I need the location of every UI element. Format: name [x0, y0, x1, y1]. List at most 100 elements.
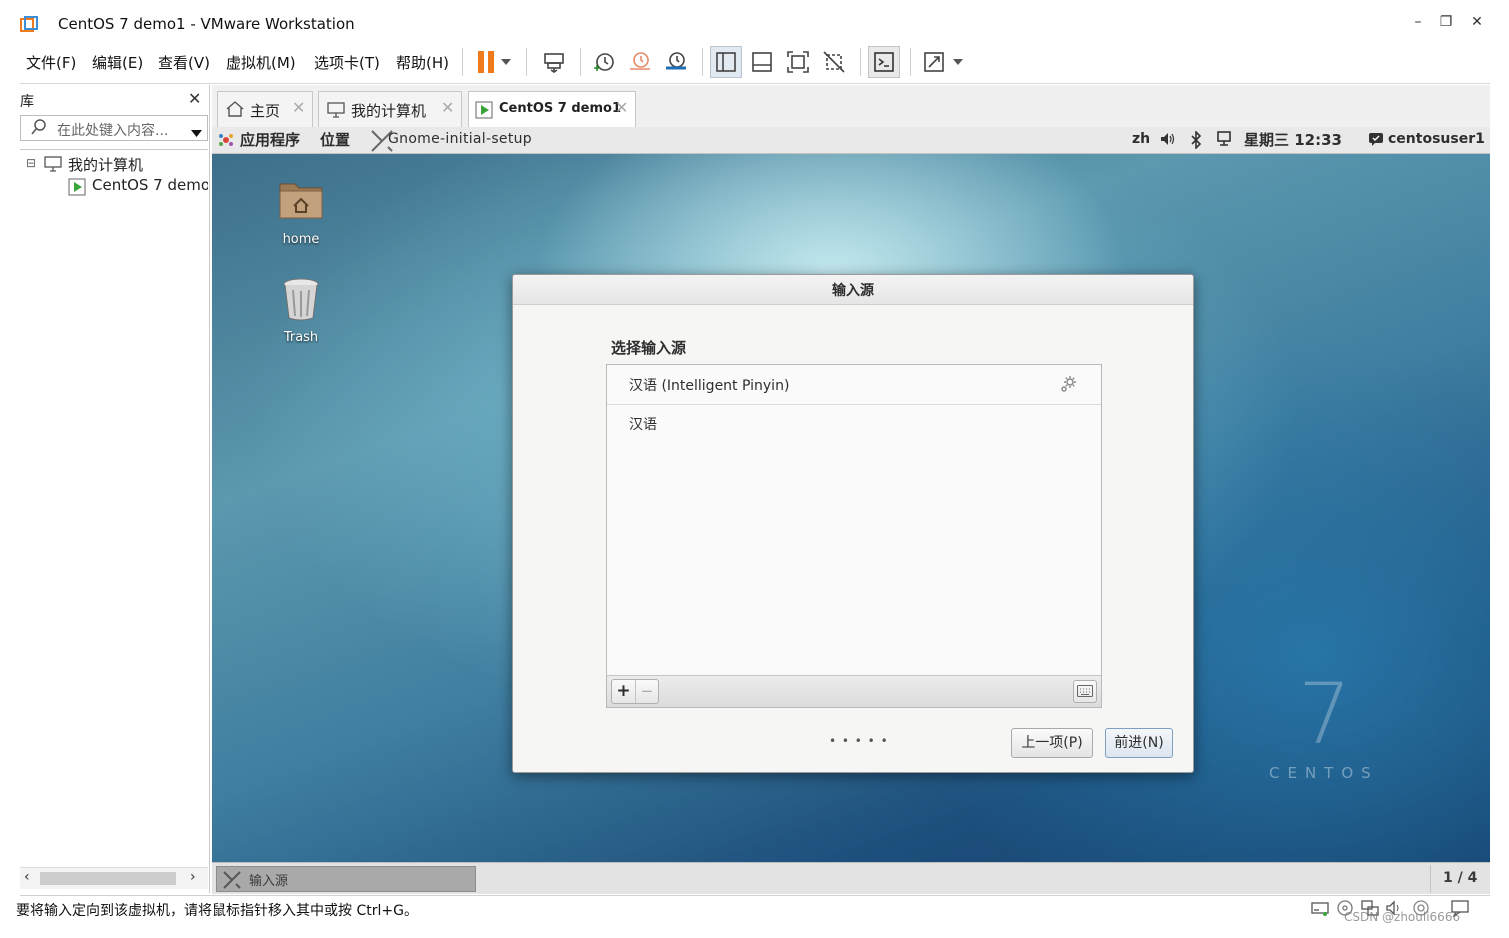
thumbnail-bar-icon[interactable] — [746, 46, 778, 78]
close-tab-icon[interactable]: ✕ — [615, 98, 628, 117]
remove-source-button[interactable]: − — [636, 680, 658, 703]
user-menu[interactable]: centosuser1 — [1388, 131, 1485, 147]
snapshot-manager-icon[interactable] — [660, 46, 692, 78]
console-view-icon[interactable] — [868, 46, 900, 78]
dialog-heading: 选择输入源 — [611, 339, 687, 357]
tree-expander-icon[interactable]: ⊟ — [26, 156, 36, 170]
close-tab-icon[interactable]: ✕ — [441, 98, 454, 117]
library-panel: 库 ✕ 在此处键入内容... ⊟ 我的计算机 CentOS 7 demo ‹ › — [20, 85, 210, 893]
taskbar-item-label: 输入源 — [249, 874, 289, 889]
window-title: CentOS 7 demo1 - VMware Workstation — [58, 15, 355, 33]
active-window-name[interactable]: Gnome-initial-setup — [388, 131, 532, 147]
source-label: 汉语 (Intelligent Pinyin) — [629, 378, 790, 394]
applications-icon — [218, 132, 234, 152]
bluetooth-icon[interactable] — [1190, 130, 1202, 153]
desktop-icon-label: home — [282, 232, 320, 247]
unity-icon[interactable] — [818, 46, 850, 78]
tab-label: 主页 — [250, 102, 281, 120]
add-remove-group: + − — [611, 679, 659, 704]
library-search-box[interactable]: 在此处键入内容... — [20, 115, 208, 141]
tab-my-computer[interactable]: 我的计算机 ✕ — [318, 91, 462, 127]
toolbar-separator — [910, 48, 911, 76]
page-indicator: • • • • • — [829, 734, 889, 748]
menu-help[interactable]: 帮助(H) — [396, 52, 449, 73]
tab-bar: 主页 ✕ 我的计算机 ✕ CentOS 7 demo1 ✕ — [212, 85, 1490, 127]
applications-menu[interactable]: 应用程序 — [240, 129, 300, 150]
tree-item-centos-vm[interactable]: CentOS 7 demo — [92, 176, 208, 194]
menu-bar: 文件(F) 编辑(E) 查看(V) 虚拟机(M) 选项卡(T) 帮助(H) — [20, 40, 1490, 84]
add-source-button[interactable]: + — [612, 680, 636, 703]
keyboard-icon — [1077, 685, 1093, 701]
menu-edit[interactable]: 编辑(E) — [92, 52, 143, 73]
search-icon — [31, 118, 47, 140]
list-toolbar: + − — [607, 675, 1101, 707]
send-ctrl-alt-del-icon[interactable] — [538, 46, 570, 78]
scroll-right-icon[interactable]: › — [190, 869, 196, 885]
desktop-icon-home[interactable]: home — [256, 176, 346, 247]
hard-disk-icon[interactable] — [1310, 899, 1330, 921]
gnome-top-panel: 应用程序 位置 Gnome-initial-setup zh 星期三 12:33… — [212, 127, 1490, 154]
status-bar: 要将输入定向到该虚拟机，请将鼠标指针移入其中或按 Ctrl+G。 CSDN @z… — [16, 895, 1490, 924]
close-tab-icon[interactable]: ✕ — [292, 98, 305, 117]
previous-button[interactable]: 上一项(P) — [1011, 728, 1093, 758]
workspace-switcher[interactable]: 1 / 4 — [1430, 865, 1488, 893]
source-label: 汉语 — [629, 417, 657, 433]
dialog-titlebar: 输入源 — [513, 275, 1193, 305]
scroll-left-icon[interactable]: ‹ — [24, 869, 30, 885]
library-search-input[interactable]: 在此处键入内容... — [57, 120, 168, 140]
home-icon — [226, 101, 244, 121]
centos-wordmark: CENTOS — [1269, 764, 1379, 782]
minimize-icon[interactable]: – — [1408, 14, 1428, 30]
menu-view[interactable]: 查看(V) — [158, 52, 210, 73]
toolbar-separator — [702, 48, 703, 76]
next-button[interactable]: 前进(N) — [1105, 728, 1173, 758]
taskbar-item-input-source[interactable]: 输入源 — [216, 866, 476, 892]
toolbar-separator — [526, 48, 527, 76]
revert-snapshot-icon[interactable] — [624, 46, 656, 78]
status-message: 要将输入定向到该虚拟机，请将鼠标指针移入其中或按 Ctrl+G。 — [16, 903, 418, 919]
home-folder-icon — [277, 176, 325, 222]
watermark: CSDN @zhouli6666 — [1344, 910, 1461, 924]
menu-file[interactable]: 文件(F) — [26, 52, 76, 73]
menu-vm[interactable]: 虚拟机(M) — [226, 52, 296, 73]
places-menu[interactable]: 位置 — [320, 129, 350, 150]
gnome-desktop[interactable]: 7 CENTOS home Trash 输入源 选择输入源 汉语 (Intell… — [212, 154, 1490, 862]
library-horizontal-scrollbar[interactable]: ‹ › — [20, 867, 208, 889]
stretch-guest-icon[interactable] — [918, 46, 950, 78]
close-library-icon[interactable]: ✕ — [188, 89, 201, 108]
menu-tabs[interactable]: 选项卡(T) — [314, 52, 380, 73]
tab-centos-vm[interactable]: CentOS 7 demo1 ✕ — [468, 91, 636, 127]
tab-home[interactable]: 主页 ✕ — [217, 91, 313, 127]
input-source-dialog: 输入源 选择输入源 汉语 (Intelligent Pinyin) 汉语 + −… — [512, 274, 1194, 773]
restore-icon[interactable]: ❐ — [1436, 14, 1456, 30]
toolbar-separator — [462, 48, 463, 76]
close-window-icon[interactable]: ✕ — [1467, 14, 1487, 30]
desktop-icon-label: Trash — [283, 330, 319, 345]
scrollbar-thumb[interactable] — [40, 872, 176, 885]
input-source-list: 汉语 (Intelligent Pinyin) 汉语 + − — [606, 364, 1102, 708]
volume-icon[interactable] — [1160, 131, 1176, 151]
vmware-logo-icon — [20, 16, 38, 34]
list-item-source-chinese[interactable]: 汉语 — [607, 405, 1101, 445]
stretch-dropdown-icon[interactable] — [948, 46, 968, 78]
setup-tool-icon — [221, 869, 243, 894]
tree-item-my-computer[interactable]: 我的计算机 — [68, 154, 143, 175]
network-wired-icon[interactable] — [1216, 131, 1232, 153]
pause-dropdown-icon[interactable] — [496, 46, 516, 78]
desktop-icon-trash[interactable]: Trash — [256, 276, 346, 345]
gear-icon[interactable] — [1059, 375, 1077, 397]
vm-icon — [475, 101, 493, 123]
title-bar: CentOS 7 demo1 - VMware Workstation – ❐ … — [20, 12, 1490, 40]
list-item-source-pinyin[interactable]: 汉语 (Intelligent Pinyin) — [607, 365, 1101, 405]
full-screen-icon[interactable] — [782, 46, 814, 78]
vm-console[interactable]: 应用程序 位置 Gnome-initial-setup zh 星期三 12:33… — [212, 127, 1490, 894]
input-language-indicator[interactable]: zh — [1132, 131, 1150, 147]
show-library-icon[interactable] — [710, 46, 742, 78]
chevron-down-icon[interactable] — [191, 125, 202, 141]
snapshot-icon[interactable] — [588, 46, 620, 78]
dialog-title: 输入源 — [832, 283, 874, 299]
clock[interactable]: 星期三 12:33 — [1244, 129, 1342, 150]
workspace-indicator: 1 / 4 — [1443, 870, 1478, 886]
toolbar-separator — [580, 48, 581, 76]
keyboard-layout-button[interactable] — [1073, 680, 1097, 703]
